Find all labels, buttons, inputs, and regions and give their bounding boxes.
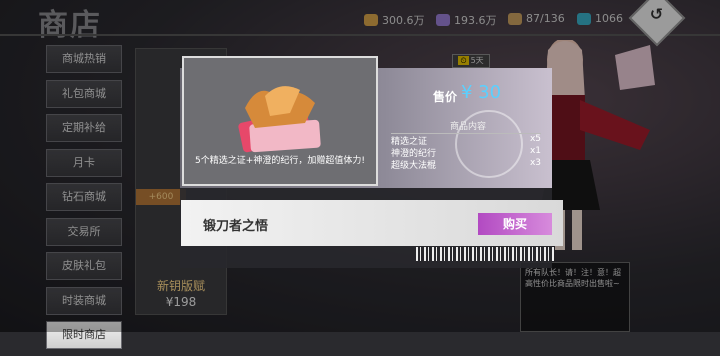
price-label: 售价 (433, 90, 458, 104)
content-row: 超级大法棍 x3 (391, 158, 541, 171)
preview-caption: 5个精选之证+神澄的纪行，加赠超值体力! (195, 156, 365, 166)
content-qty: x3 (529, 158, 541, 168)
item-name: 锻刀者之悟 (203, 219, 269, 234)
buy-button[interactable]: 购买 (478, 213, 552, 235)
content-name: 超级大法棍 (391, 161, 437, 171)
contents-title: 商品内容 (450, 122, 487, 132)
barcode-decoration (416, 247, 556, 261)
price-value: ¥ 30 (461, 82, 502, 103)
item-preview: 5个精选之证+神澄的纪行，加赠超值体力! (182, 56, 378, 186)
item-art-icon (238, 86, 321, 153)
